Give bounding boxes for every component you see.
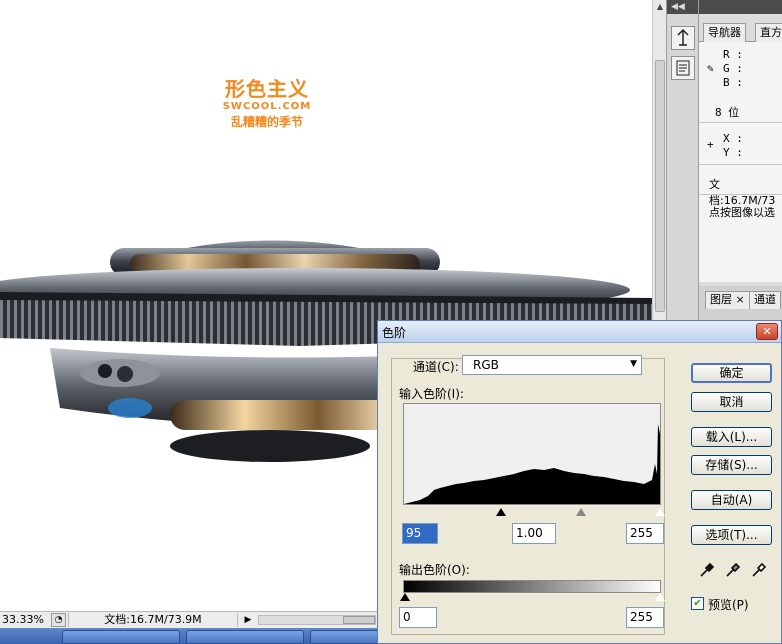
cancel-button[interactable]: 取消 bbox=[691, 392, 772, 412]
histogram-tool-icon[interactable] bbox=[671, 26, 695, 50]
taskbar-button[interactable] bbox=[62, 630, 180, 644]
info-hint: 点按图像以选 bbox=[709, 206, 775, 219]
zoom-menu-icon[interactable]: ◔ bbox=[51, 613, 66, 627]
input-white-field[interactable]: 255 bbox=[626, 523, 664, 544]
dialog-titlebar[interactable]: 色阶 ✕ bbox=[378, 321, 781, 343]
scroll-thumb[interactable] bbox=[655, 60, 665, 312]
input-white-slider[interactable] bbox=[655, 508, 665, 516]
channel-select[interactable]: RGB ▼ bbox=[462, 355, 642, 375]
info-bit-depth: 8 位 bbox=[715, 106, 740, 119]
close-button[interactable]: ✕ bbox=[756, 323, 778, 340]
eyedropper-icon: ✎ bbox=[707, 62, 714, 75]
logo-title: 形色主义 bbox=[225, 77, 309, 101]
info-y-label: Y : bbox=[723, 146, 743, 159]
channel-value: RGB bbox=[473, 358, 499, 372]
dialog-title: 色阶 bbox=[382, 326, 407, 340]
info-panel-content: R : ✎ G : B : 8 位 + X : Y : 文档:16.7M/73 … bbox=[699, 42, 782, 282]
save-button[interactable]: 存储(S)... bbox=[691, 455, 772, 475]
collapse-arrows-icon[interactable]: ◀◀ bbox=[667, 0, 698, 14]
input-levels-label: 输入色阶(I): bbox=[399, 387, 464, 401]
info-tool-icon[interactable] bbox=[671, 56, 695, 80]
close-icon[interactable]: × bbox=[736, 293, 745, 306]
channel-label: 通道(C): bbox=[413, 360, 459, 374]
info-g-label: G : bbox=[723, 62, 743, 75]
preview-label: 预览(P) bbox=[708, 598, 749, 612]
tab-navigator[interactable]: 导航器 bbox=[703, 23, 746, 42]
input-black-slider[interactable] bbox=[496, 508, 506, 516]
info-panel: 导航器 直方 R : ✎ G : B : 8 位 + X : Y : 文档:16… bbox=[698, 0, 782, 322]
gray-eyedropper-icon[interactable] bbox=[724, 561, 742, 579]
output-white-field[interactable]: 255 bbox=[626, 607, 664, 628]
auto-button[interactable]: 自动(A) bbox=[691, 490, 772, 510]
info-r-label: R : bbox=[723, 48, 743, 61]
divider bbox=[699, 194, 782, 195]
taskbar-button[interactable] bbox=[186, 630, 304, 644]
logo-site: SWCOOL.COM bbox=[222, 101, 312, 112]
ok-button[interactable]: 确定 bbox=[691, 363, 772, 383]
load-button[interactable]: 载入(L)... bbox=[691, 427, 772, 447]
tab-channels[interactable]: 通道 bbox=[749, 291, 781, 309]
zoom-level[interactable]: 33.33% bbox=[2, 613, 50, 627]
input-gamma-field[interactable]: 1.00 bbox=[512, 523, 556, 544]
output-black-field[interactable]: 0 bbox=[399, 607, 437, 628]
divider bbox=[699, 122, 782, 123]
input-black-field[interactable]: 95 bbox=[402, 523, 438, 544]
divider bbox=[699, 164, 782, 165]
tab-layers-label: 图层 bbox=[710, 293, 732, 306]
histogram bbox=[403, 403, 661, 505]
swcool-logo: 形色主义 SWCOOL.COM 乱糟糟的季节 bbox=[217, 78, 317, 130]
document-size: 文档:16.7M/73.9M bbox=[68, 613, 238, 627]
chevron-down-icon: ▼ bbox=[630, 359, 637, 369]
logo-subtitle: 乱糟糟的季节 bbox=[230, 115, 303, 129]
white-eyedropper-icon[interactable] bbox=[750, 561, 768, 579]
preview-checkbox[interactable]: ✔ bbox=[691, 597, 704, 610]
tab-layers[interactable]: 图层 × bbox=[705, 291, 750, 309]
output-levels-label: 输出色阶(O): bbox=[399, 563, 470, 577]
levels-dialog: 色阶 ✕ 通道(C): RGB ▼ 输入色阶(I): 95 1.00 255 输… bbox=[377, 320, 782, 644]
info-b-label: B : bbox=[723, 76, 743, 89]
status-menu-arrow-icon[interactable]: ▶ bbox=[242, 613, 254, 627]
layers-panel-tabs: 图层 × 通道 bbox=[699, 286, 782, 322]
crosshair-icon: + bbox=[707, 138, 714, 151]
options-button[interactable]: 选项(T)... bbox=[691, 525, 772, 545]
input-gamma-slider[interactable] bbox=[576, 508, 586, 516]
panel-tool-strip: ◀◀ bbox=[666, 0, 698, 322]
status-bar: 33.33% ◔ 文档:16.7M/73.9M ▶ bbox=[0, 611, 380, 628]
panel-header bbox=[699, 0, 782, 14]
canvas-horizontal-scrollbar[interactable] bbox=[258, 615, 376, 625]
info-panel-tabs: 导航器 直方 bbox=[699, 20, 782, 42]
black-eyedropper-icon[interactable] bbox=[698, 561, 716, 579]
output-white-slider[interactable] bbox=[655, 593, 665, 601]
output-gradient-bar bbox=[403, 580, 661, 593]
hscroll-thumb[interactable] bbox=[343, 616, 375, 624]
output-black-slider[interactable] bbox=[400, 593, 410, 601]
tab-histogram[interactable]: 直方 bbox=[755, 23, 782, 42]
scroll-up-arrow-icon[interactable]: ▲ bbox=[655, 2, 665, 12]
info-x-label: X : bbox=[723, 132, 743, 145]
canvas-vertical-scrollbar[interactable]: ▲ bbox=[652, 0, 666, 322]
